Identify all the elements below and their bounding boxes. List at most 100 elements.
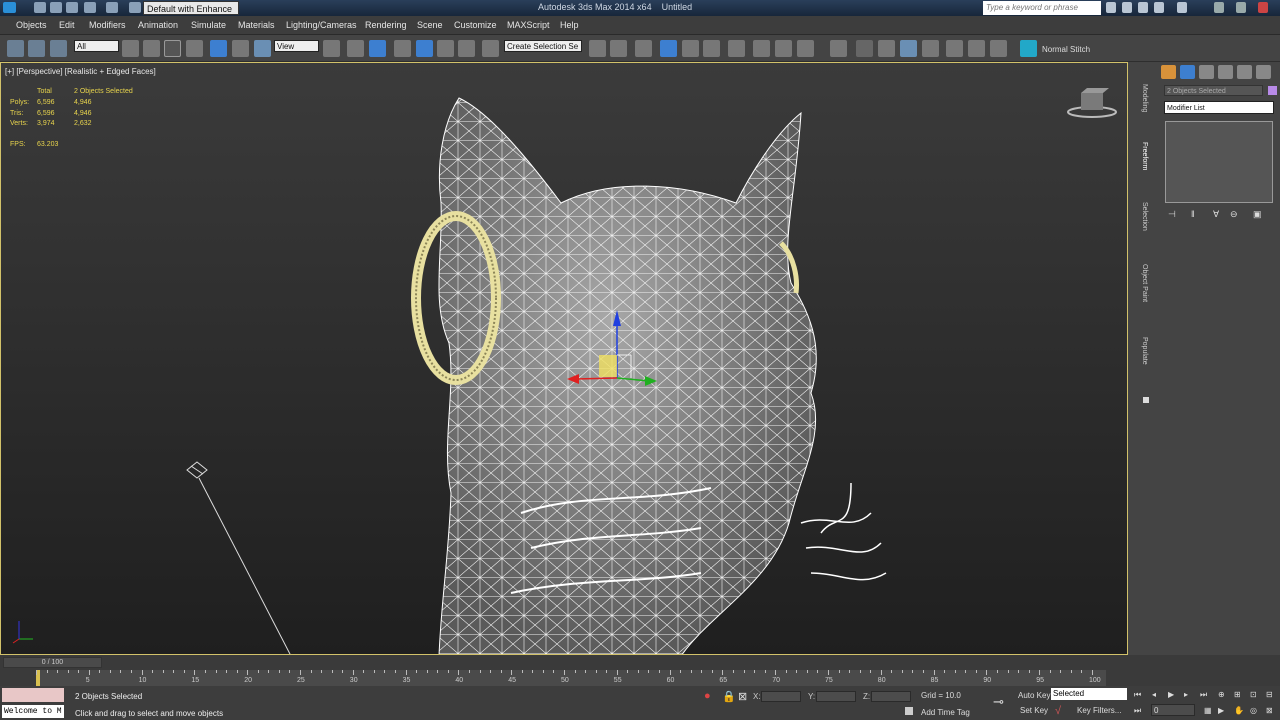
show-end-result-icon[interactable]: ‖ — [1191, 209, 1202, 220]
time-config-icon[interactable]: ▦ — [1204, 706, 1214, 715]
orbit-icon[interactable]: ◎ — [1250, 706, 1260, 715]
y-coord-field[interactable] — [816, 691, 856, 702]
zoom-extents-icon[interactable]: ⊕ — [1218, 690, 1228, 699]
workspace-dropdown[interactable]: Default with Enhance — [143, 1, 239, 15]
field-of-view-icon[interactable]: ▶ — [1218, 706, 1228, 715]
subscription-icon[interactable] — [1122, 2, 1132, 13]
extra-tool-3-icon[interactable] — [878, 40, 895, 57]
utilities-tab-icon[interactable] — [1256, 65, 1271, 79]
app-menu-icon[interactable] — [3, 2, 16, 13]
configure-modifier-sets-icon[interactable]: ▣ — [1253, 209, 1264, 220]
menu-lighting-cameras[interactable]: Lighting/Cameras — [286, 20, 357, 30]
named-selection-dropdown[interactable]: Create Selection Se — [504, 40, 582, 52]
selection-lock-icon[interactable]: 🔒 — [722, 690, 736, 703]
menu-help[interactable]: Help — [560, 20, 579, 30]
schematic-view-icon[interactable] — [703, 40, 720, 57]
perspective-viewport[interactable]: [+] [Perspective] [Realistic + Edged Fac… — [0, 62, 1128, 655]
curve-editor-icon[interactable] — [682, 40, 699, 57]
bind-space-warp-icon[interactable] — [50, 40, 67, 57]
normal-stitch-label[interactable]: Normal Stitch — [1042, 45, 1090, 54]
project-folder-icon[interactable] — [129, 2, 141, 13]
maximize-icon[interactable] — [1236, 2, 1246, 13]
window-crossing-icon[interactable] — [186, 40, 203, 57]
move-gizmo-icon[interactable] — [561, 298, 661, 393]
key-filters-button[interactable]: Key Filters... — [1077, 706, 1121, 715]
x-coord-field[interactable] — [761, 691, 801, 702]
earring-left-mesh[interactable] — [406, 208, 511, 388]
edit-named-selection-icon[interactable] — [482, 40, 499, 57]
extra-tool-8-icon[interactable] — [990, 40, 1007, 57]
select-and-move-icon[interactable] — [210, 40, 227, 57]
time-tag-icon[interactable] — [905, 707, 913, 715]
favorites-icon[interactable] — [1154, 2, 1164, 13]
key-mode-dropdown[interactable]: Selected — [1051, 688, 1127, 700]
viewport-label[interactable]: [+] [Perspective] [Realistic + Edged Fac… — [5, 67, 156, 76]
hierarchy-tab-icon[interactable] — [1199, 65, 1214, 79]
search-input[interactable]: Type a keyword or phrase — [983, 1, 1101, 15]
absolute-mode-icon[interactable]: ⊠ — [738, 690, 747, 703]
go-to-start-icon[interactable]: ⏮ — [1134, 690, 1144, 699]
close-icon[interactable] — [1258, 2, 1268, 13]
tab-object-paint[interactable]: Object Paint — [1141, 264, 1148, 302]
modifier-list-dropdown[interactable]: Modifier List — [1164, 101, 1274, 114]
rectangular-selection-icon[interactable] — [164, 40, 181, 57]
menu-maxscript[interactable]: MAXScript — [507, 20, 550, 30]
reference-coordinate-dropdown[interactable]: View — [274, 40, 319, 52]
menu-modifiers[interactable]: Modifiers — [89, 20, 126, 30]
zoom-region-icon[interactable]: ⊡ — [1250, 690, 1260, 699]
zoom-all-icon[interactable]: ⊞ — [1234, 690, 1244, 699]
menu-customize[interactable]: Customize — [454, 20, 497, 30]
selection-filter-dropdown[interactable]: All — [74, 40, 119, 52]
new-file-icon[interactable] — [34, 2, 46, 13]
maxscript-listener-box[interactable] — [2, 688, 64, 702]
extra-tool-5-icon[interactable] — [922, 40, 939, 57]
maximize-viewport-icon[interactable]: ⊟ — [1266, 690, 1276, 699]
extra-tool-1-icon[interactable] — [830, 40, 847, 57]
menu-materials[interactable]: Materials — [238, 20, 275, 30]
save-file-icon[interactable] — [66, 2, 78, 13]
tab-populate[interactable]: Populate — [1141, 337, 1148, 365]
help-icon[interactable] — [1177, 2, 1187, 13]
earring-right-mesh[interactable] — [776, 238, 806, 298]
camera-object-icon[interactable] — [181, 458, 301, 655]
pan-view-icon[interactable]: ✋ — [1234, 706, 1244, 715]
select-and-scale-icon[interactable] — [254, 40, 271, 57]
align-icon[interactable] — [610, 40, 627, 57]
create-tab-icon[interactable] — [1161, 65, 1176, 79]
layer-manager-icon[interactable] — [635, 40, 652, 57]
rendered-frame-window-icon[interactable] — [775, 40, 792, 57]
go-to-end-icon[interactable]: ⏭ — [1200, 690, 1210, 699]
z-coord-field[interactable] — [871, 691, 911, 702]
angle-snap-icon[interactable] — [416, 40, 433, 57]
menu-simulate[interactable]: Simulate — [191, 20, 226, 30]
menu-scene[interactable]: Scene — [417, 20, 443, 30]
percent-snap-icon[interactable] — [437, 40, 454, 57]
render-setup-icon[interactable] — [753, 40, 770, 57]
key-mode-toggle-icon[interactable]: √ — [1055, 705, 1061, 717]
previous-frame-icon[interactable]: ◂ — [1152, 690, 1162, 699]
select-by-name-icon[interactable] — [143, 40, 160, 57]
tab-modeling[interactable]: Modeling — [1141, 84, 1148, 112]
maxscript-mini-listener[interactable]: Welcome to M — [2, 705, 64, 718]
next-frame-icon[interactable]: ▸ — [1184, 690, 1194, 699]
current-frame-field[interactable]: 0 — [1151, 704, 1195, 716]
select-and-rotate-icon[interactable] — [232, 40, 249, 57]
key-mode-icon[interactable]: ⏭ — [1134, 706, 1144, 715]
menu-animation[interactable]: Animation — [138, 20, 178, 30]
extra-tool-4-icon[interactable] — [900, 40, 917, 57]
extra-tool-2-icon[interactable] — [856, 40, 873, 57]
motion-tab-icon[interactable] — [1218, 65, 1233, 79]
menu-edit[interactable]: Edit — [59, 20, 75, 30]
minimize-icon[interactable] — [1214, 2, 1224, 13]
auto-key-button[interactable]: Auto Key — [1018, 691, 1050, 700]
menu-rendering[interactable]: Rendering — [365, 20, 407, 30]
viewcube-icon[interactable] — [1065, 85, 1119, 119]
graphite-ribbon-icon[interactable] — [660, 40, 677, 57]
modify-tab-icon[interactable] — [1180, 65, 1195, 79]
link-icon[interactable] — [7, 40, 24, 57]
tab-freeform[interactable]: Freeform — [1141, 142, 1148, 170]
modifier-stack[interactable] — [1165, 121, 1273, 203]
spinner-snap-icon[interactable] — [458, 40, 475, 57]
object-name-field[interactable]: 2 Objects Selected — [1164, 85, 1263, 96]
pin-stack-icon[interactable]: ⊣ — [1168, 209, 1179, 220]
